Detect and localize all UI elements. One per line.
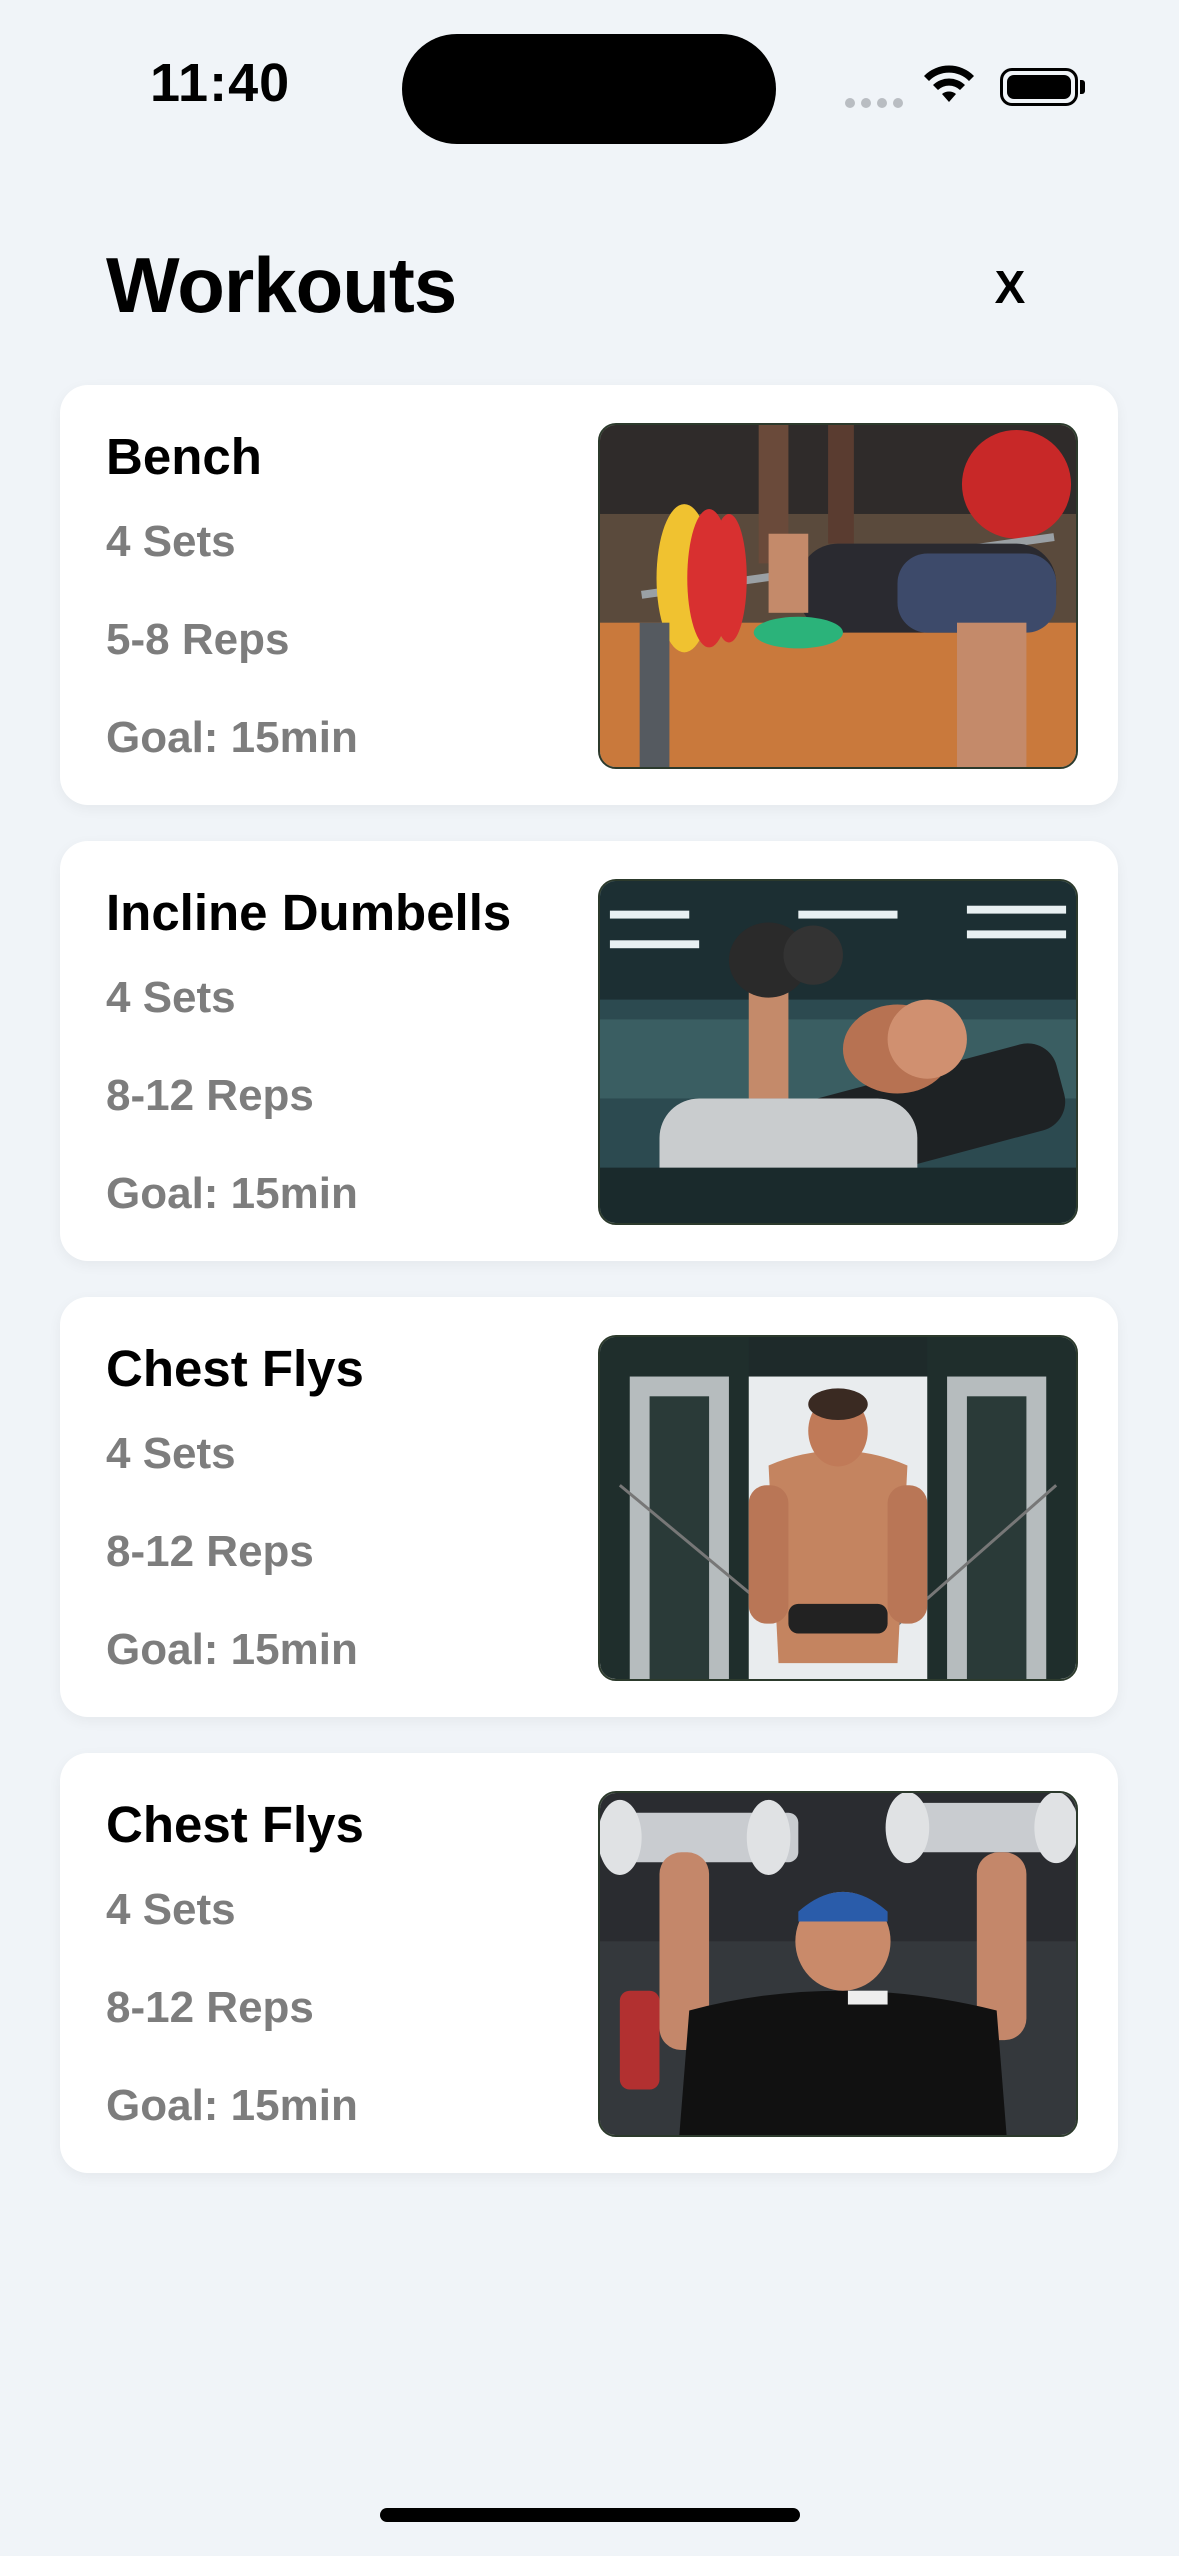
workout-reps: 8-12 Reps (106, 1983, 314, 2032)
battery-icon (1000, 68, 1078, 106)
wifi-icon (924, 65, 974, 102)
status-time: 11:40 (150, 53, 291, 113)
home-indicator[interactable] (380, 2508, 800, 2522)
workout-card[interactable]: Chest Flys 4 Sets 8-12 Reps Goal: 15min (60, 1753, 1118, 2173)
incline-dumbbell-press-photo (598, 879, 1078, 1225)
workout-reps: 8-12 Reps (106, 1071, 314, 1120)
workout-goal: Goal: 15min (106, 1169, 358, 1218)
bench-press-photo (598, 423, 1078, 769)
dynamic-island (402, 34, 776, 144)
workout-name: Incline Dumbells (106, 884, 512, 941)
workout-goal: Goal: 15min (106, 1625, 358, 1674)
cellular-signal-icon (845, 94, 909, 112)
workout-card[interactable]: Bench 4 Sets 5-8 Reps Goal: 15min (60, 385, 1118, 805)
workout-sets: 4 Sets (106, 1885, 236, 1934)
workout-name: Bench (106, 428, 262, 485)
workout-name: Chest Flys (106, 1796, 364, 1853)
cable-chest-fly-photo (598, 1335, 1078, 1681)
close-button[interactable]: X (980, 250, 1040, 324)
status-bar: 11:40 (0, 0, 1179, 180)
workout-card[interactable]: Incline Dumbells 4 Sets 8-12 Reps Goal: … (60, 841, 1118, 1261)
workout-reps: 8-12 Reps (106, 1527, 314, 1576)
workout-goal: Goal: 15min (106, 713, 358, 762)
dumbbell-shoulder-press-photo (598, 1791, 1078, 2137)
workout-reps: 5-8 Reps (106, 615, 290, 664)
page-title: Workouts (106, 241, 457, 329)
battery-tip (1080, 80, 1085, 94)
workout-list: Bench 4 Sets 5-8 Reps Goal: 15min Inclin… (60, 385, 1118, 2209)
workout-goal: Goal: 15min (106, 2081, 358, 2130)
workout-name: Chest Flys (106, 1340, 364, 1397)
workout-sets: 4 Sets (106, 973, 236, 1022)
workout-sets: 4 Sets (106, 1429, 236, 1478)
workout-card[interactable]: Chest Flys 4 Sets 8-12 Reps Goal: 15min (60, 1297, 1118, 1717)
workout-sets: 4 Sets (106, 517, 236, 566)
